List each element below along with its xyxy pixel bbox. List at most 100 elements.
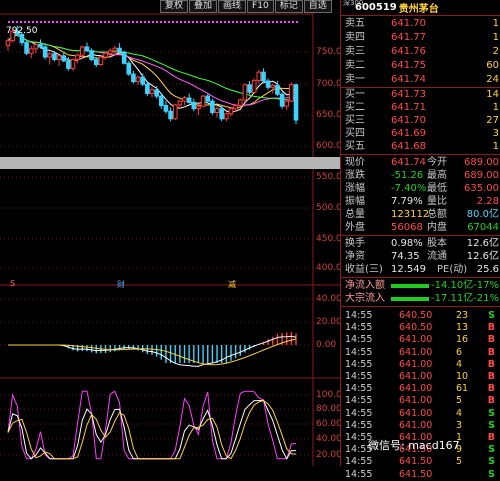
trade-tick-row: 14:55 641.50 5 S	[341, 455, 500, 468]
indicator-axis-tick: 40.00	[316, 294, 342, 304]
net-inflow-row: 净流入额 -14.10亿 -17%	[345, 280, 499, 291]
candle-body	[233, 105, 238, 110]
indicator-axis-tick: 40.00	[316, 434, 342, 444]
candle-body	[186, 97, 192, 103]
trade-time: 14:55	[345, 371, 373, 382]
trade-direction: S	[488, 444, 495, 456]
dif-line	[8, 335, 297, 367]
ask-level-2[interactable]: 卖二 641.75 60	[341, 59, 500, 72]
trade-direction: S	[488, 407, 495, 419]
candle-body	[210, 100, 215, 113]
trade-price: 641.00	[399, 334, 433, 346]
ask-level-3[interactable]: 卖三 641.76 2	[341, 45, 500, 58]
candle-body	[177, 100, 183, 106]
candle-body	[89, 50, 94, 61]
candle-body	[84, 46, 90, 52]
kline-chart-area[interactable]: 复权 叠加 画线 F10 标记 自选 792.50 750.00 700.00 …	[0, 0, 348, 466]
trade-volume: 23	[456, 310, 469, 321]
candle-body	[191, 101, 197, 110]
stock-name: 贵州茅台	[398, 3, 439, 15]
trade-price: 640.50	[399, 322, 433, 334]
ma5-line	[7, 34, 297, 114]
candle-body	[61, 55, 67, 62]
candle-body	[172, 104, 178, 120]
trade-direction: B	[487, 358, 495, 370]
candle-body	[140, 76, 146, 85]
candle-body	[112, 47, 118, 52]
trade-volume: 3	[456, 419, 463, 431]
indicator-axis-tick: 20.00	[316, 317, 342, 327]
trade-volume: 10	[456, 371, 469, 382]
trade-price: 641.00	[399, 407, 433, 419]
candle-body	[168, 110, 173, 120]
candle-body	[66, 60, 71, 69]
event-marker-finance[interactable]: 财	[117, 279, 125, 290]
trade-price: 641.50	[399, 456, 433, 468]
candle-body	[75, 54, 80, 61]
candle-body	[242, 84, 248, 101]
bid-level-1[interactable]: 买一 641.73 14	[341, 88, 500, 101]
trade-tick-row: 14:55 641.00 16 B	[341, 333, 500, 346]
trade-time: 14:55	[345, 346, 373, 358]
trade-tick-row: 14:55 640.50 23 S	[341, 309, 500, 322]
trade-price: 640.50	[399, 310, 433, 321]
block-inflow-bar	[391, 297, 429, 301]
bid-level-4[interactable]: 买四 641.69 3	[341, 127, 500, 140]
candle-body	[52, 53, 57, 61]
candle-body	[154, 89, 159, 97]
event-marker-reduce[interactable]: 减	[228, 279, 236, 290]
candle-body	[270, 84, 276, 88]
candle-body	[284, 100, 290, 107]
price-axis-tick: 750.00	[316, 47, 348, 57]
trade-price: 641.00	[399, 346, 433, 358]
candle-body	[121, 51, 127, 64]
trade-direction: B	[487, 334, 495, 346]
trade-tick-row: 14:55 641.00 61 B	[341, 382, 500, 395]
chart-toolbar: 复权 叠加 画线 F10 标记 自选	[160, 0, 333, 13]
trade-direction: S	[488, 310, 495, 321]
ask-level-4[interactable]: 卖四 641.77 1	[341, 31, 500, 44]
candle-body	[103, 52, 108, 58]
candle-body	[56, 55, 62, 61]
trade-time: 14:55	[345, 407, 373, 419]
trade-tick-row: 14:55 641.00 10 B	[341, 370, 500, 383]
trade-price: 641.50	[399, 468, 433, 480]
trade-tick-row: 14:55 640.50 13 B	[341, 321, 500, 334]
price-axis-tick: 600.00	[316, 141, 348, 151]
candle-body	[24, 42, 29, 54]
candle-body	[182, 97, 187, 102]
candle-body	[247, 84, 252, 93]
candle-body	[107, 50, 113, 54]
indicator-axis-tick: 100.00	[316, 390, 348, 400]
overlay-button[interactable]: 叠加	[189, 0, 218, 13]
candle-body	[224, 113, 229, 120]
volume-separator-band	[0, 157, 340, 169]
candle-body	[237, 99, 243, 107]
mark-button[interactable]: 标记	[274, 0, 303, 13]
ask-level-1[interactable]: 卖一 641.74 24	[341, 73, 500, 86]
trade-tick-row: 14:55 641.50 S	[341, 468, 500, 481]
trade-direction: B	[487, 371, 495, 382]
watchlist-button[interactable]: 自选	[303, 0, 332, 13]
candle-body	[149, 89, 155, 95]
candle-body	[163, 105, 169, 112]
indicator-axis-tick: 0.00	[316, 340, 337, 350]
watermark: 微信号: macd167	[368, 439, 460, 452]
price-axis-tick: 400.00	[316, 263, 348, 273]
candle-body	[251, 79, 257, 93]
draw-line-button[interactable]: 画线	[218, 0, 247, 13]
trade-time: 14:55	[345, 456, 373, 468]
event-marker-s[interactable]: S	[10, 279, 15, 288]
candle-body	[145, 83, 150, 95]
indicator-axis-tick: 80.00	[316, 404, 342, 414]
bid-level-3[interactable]: 买三 641.70 27	[341, 114, 500, 127]
ask-level-5[interactable]: 卖五 641.70 1	[341, 17, 500, 30]
restore-rights-button[interactable]: 复权	[160, 0, 189, 13]
bid-level-5[interactable]: 买五 641.68 1	[341, 140, 500, 153]
trade-price: 641.00	[399, 358, 433, 370]
f10-button[interactable]: F10	[247, 0, 274, 13]
trade-volume: 61	[456, 383, 469, 395]
trade-direction: B	[487, 432, 495, 443]
trade-tick-row: 14:55 641.00 3 S	[341, 419, 500, 432]
bid-level-2[interactable]: 买二 641.71 1	[341, 101, 500, 114]
